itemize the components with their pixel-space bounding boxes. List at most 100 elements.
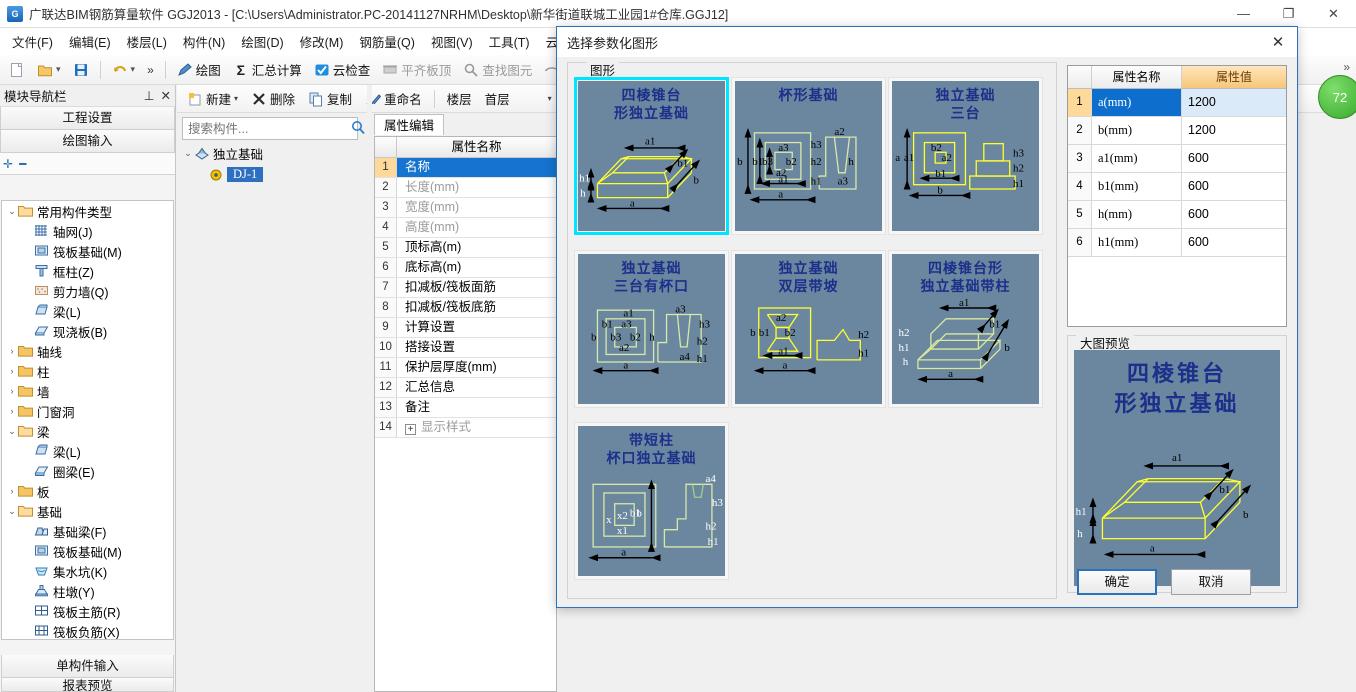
attribute-row-value[interactable]: 600 (1182, 201, 1286, 228)
menu-item-draw[interactable]: 绘图(D) (233, 28, 291, 55)
add-icon[interactable]: ✛ (3, 157, 13, 171)
menu-item-view[interactable]: 视图(V) (423, 28, 481, 55)
search-icon[interactable] (351, 120, 366, 138)
tile-isolated-three-step[interactable]: a a1 b2 a2 b1 b h3 h2 h1 独立基础 三台 (888, 77, 1043, 235)
property-row[interactable]: 1 名称 (375, 158, 556, 178)
nav-tree-item[interactable]: › 轴线 (2, 341, 173, 361)
toolbar-overflow-button[interactable]: » (142, 61, 159, 79)
nav-tree-item[interactable]: 圈梁(E) (2, 461, 173, 481)
nav-band-report-preview[interactable]: 报表预览 (1, 678, 174, 692)
nav-tree-item[interactable]: › 门窗洞 (2, 401, 173, 421)
chevron-right-icon[interactable]: › (6, 406, 18, 416)
shape-tile-grid[interactable]: a1 b1 b a h1 h 四棱锥台 形独立基础 b b1 b3 b2 a3 a2 a1 a a2 h a3 h3 h… (574, 77, 1052, 595)
floor-select-chevron[interactable]: ▾ (543, 92, 557, 105)
property-row[interactable]: 2 长度(mm) (375, 178, 556, 198)
attribute-table[interactable]: 属性名称 属性值 1 a(mm) 1200 2 b(mm) 1200 3 a1(mm) 600 4… (1067, 65, 1287, 327)
menu-item-file[interactable]: 文件(F) (4, 28, 61, 55)
panel-overflow-chevron[interactable]: » (1343, 60, 1350, 74)
menu-item-edit[interactable]: 编辑(E) (61, 28, 119, 55)
nav-band-draw-input[interactable]: 绘图输入 (0, 130, 175, 153)
nav-tree-item[interactable]: ⌄ 梁 (2, 421, 173, 441)
remove-icon[interactable]: ━ (19, 157, 26, 171)
open-file-button[interactable]: ▾ (32, 60, 66, 80)
menu-item-modify[interactable]: 修改(M) (292, 28, 352, 55)
nav-tree-item[interactable]: 筏板主筋(R) (2, 601, 173, 621)
chevron-right-icon[interactable]: › (6, 366, 18, 376)
minimize-button[interactable]: — (1221, 0, 1266, 28)
ok-button[interactable]: 确定 (1077, 569, 1157, 595)
find-element-button[interactable]: 查找图元 (458, 58, 537, 81)
component-tree-item[interactable]: DJ-1 (182, 164, 358, 185)
attribute-row[interactable]: 4 b1(mm) 600 (1068, 173, 1286, 201)
menu-item-rebar[interactable]: 钢筋量(Q) (351, 28, 423, 55)
nav-tree-item[interactable]: › 板 (2, 481, 173, 501)
expand-plus-icon[interactable]: + (405, 424, 416, 435)
nav-tree-item[interactable]: › 柱 (2, 361, 173, 381)
panel-splitter[interactable] (367, 85, 372, 692)
floor-select-value[interactable]: 首层 (480, 87, 540, 110)
nav-band-project-settings[interactable]: 工程设置 (0, 107, 175, 130)
attribute-row-value[interactable]: 600 (1182, 145, 1286, 172)
pin-icon[interactable]: ⊥ (144, 88, 155, 103)
status-bubble[interactable]: 72 (1318, 75, 1356, 119)
chevron-right-icon[interactable]: › (6, 346, 18, 356)
nav-tree-item[interactable]: ⌄ 常用构件类型 (2, 201, 173, 221)
maximize-button[interactable]: ❐ (1266, 0, 1311, 28)
menu-item-tools[interactable]: 工具(T) (481, 28, 538, 55)
attribute-row[interactable]: 5 h(mm) 600 (1068, 201, 1286, 229)
attribute-row[interactable]: 2 b(mm) 1200 (1068, 117, 1286, 145)
chevron-down-icon[interactable]: ⌄ (6, 426, 18, 437)
dialog-close-icon[interactable]: ✕ (1259, 27, 1297, 57)
attribute-row[interactable]: 3 a1(mm) 600 (1068, 145, 1286, 173)
new-file-button[interactable] (4, 60, 30, 80)
close-button[interactable]: ✕ (1311, 0, 1356, 28)
nav-tree-item[interactable]: › 墙 (2, 381, 173, 401)
tab-property-edit[interactable]: 属性编辑 (374, 114, 445, 135)
chevron-right-icon[interactable]: › (6, 386, 18, 396)
chevron-right-icon[interactable]: › (6, 486, 18, 496)
copy-component-button[interactable]: 复制 (303, 87, 357, 110)
tile-frustum-with-column[interactable]: a1 b1 b a h2 h1 h 四棱锥台形 独立基础带柱 (888, 249, 1043, 408)
nav-tree-item[interactable]: 基础梁(F) (2, 521, 173, 541)
property-row[interactable]: 11 保护层厚度(mm) (375, 358, 556, 378)
nav-tree-item[interactable]: 筏板负筋(X) (2, 621, 173, 639)
property-row[interactable]: 8 扣减板/筏板底筋 (375, 298, 556, 318)
property-table[interactable]: 属性名称 1 名称 2 长度(mm) 3 宽度(mm) 4 高度(mm) 5 顶标高(m) 6 底标高… (374, 136, 557, 692)
new-component-button[interactable]: 新建 ▾ (182, 87, 243, 110)
component-item-label[interactable]: DJ-1 (227, 167, 264, 182)
save-button[interactable] (68, 60, 94, 80)
attribute-row[interactable]: 1 a(mm) 1200 (1068, 89, 1286, 117)
nav-tree-item[interactable]: 梁(L) (2, 301, 173, 321)
tile-isolated-three-step-cup[interactable]: a1 a3 a2 b b1 b3 b2 a a3 a4 h h3 h2 h1 独立基础 三台有杯口 (574, 249, 729, 408)
property-row[interactable]: 7 扣减板/筏板面筋 (375, 278, 556, 298)
chevron-down-icon[interactable]: ⌄ (182, 148, 194, 159)
property-row[interactable]: 13 备注 (375, 398, 556, 418)
align-slab-top-button[interactable]: 平齐板顶 (377, 58, 456, 81)
nav-tree-item[interactable]: 筏板基础(M) (2, 541, 173, 561)
attribute-row-value[interactable]: 1200 (1182, 89, 1286, 116)
property-row[interactable]: 14 + 显示样式 (375, 418, 556, 438)
cloud-check-button[interactable]: 云检查 (309, 58, 376, 81)
property-row[interactable]: 5 顶标高(m) (375, 238, 556, 258)
property-row[interactable]: 12 汇总信息 (375, 378, 556, 398)
search-component-wrap[interactable] (182, 117, 365, 140)
property-row[interactable]: 10 搭接设置 (375, 338, 556, 358)
nav-tree-item[interactable]: 柱墩(Y) (2, 581, 173, 601)
menu-item-member[interactable]: 构件(N) (175, 28, 233, 55)
nav-tree-item[interactable]: ⌄ 基础 (2, 501, 173, 521)
delete-component-button[interactable]: 删除 (246, 87, 300, 110)
draw-button[interactable]: 绘图 (172, 58, 226, 81)
chevron-down-icon[interactable]: ⌄ (6, 506, 18, 517)
nav-tree-item[interactable]: 现浇板(B) (2, 321, 173, 341)
cancel-button[interactable]: 取消 (1171, 569, 1251, 595)
tile-cup-foundation[interactable]: b b1 b3 b2 a3 a2 a1 a a2 h a3 h3 h2 h1 杯形基础 (731, 77, 886, 235)
tile-frustum-isolated[interactable]: a1 b1 b a h1 h 四棱锥台 形独立基础 (574, 77, 729, 235)
nav-tree-item[interactable]: 梁(L) (2, 441, 173, 461)
property-row[interactable]: 6 底标高(m) (375, 258, 556, 278)
nav-band-single-member-input[interactable]: 单构件输入 (1, 655, 174, 678)
nav-tree-item[interactable]: 框柱(Z) (2, 261, 173, 281)
attribute-row[interactable]: 6 h1(mm) 600 (1068, 229, 1286, 257)
attribute-row-value[interactable]: 600 (1182, 173, 1286, 200)
tile-isolated-double-slope[interactable]: b b1 b2 a2 a1 a h2 h1 独立基础 双层带坡 (731, 249, 886, 408)
nav-tree-item[interactable]: 筏板基础(M) (2, 241, 173, 261)
